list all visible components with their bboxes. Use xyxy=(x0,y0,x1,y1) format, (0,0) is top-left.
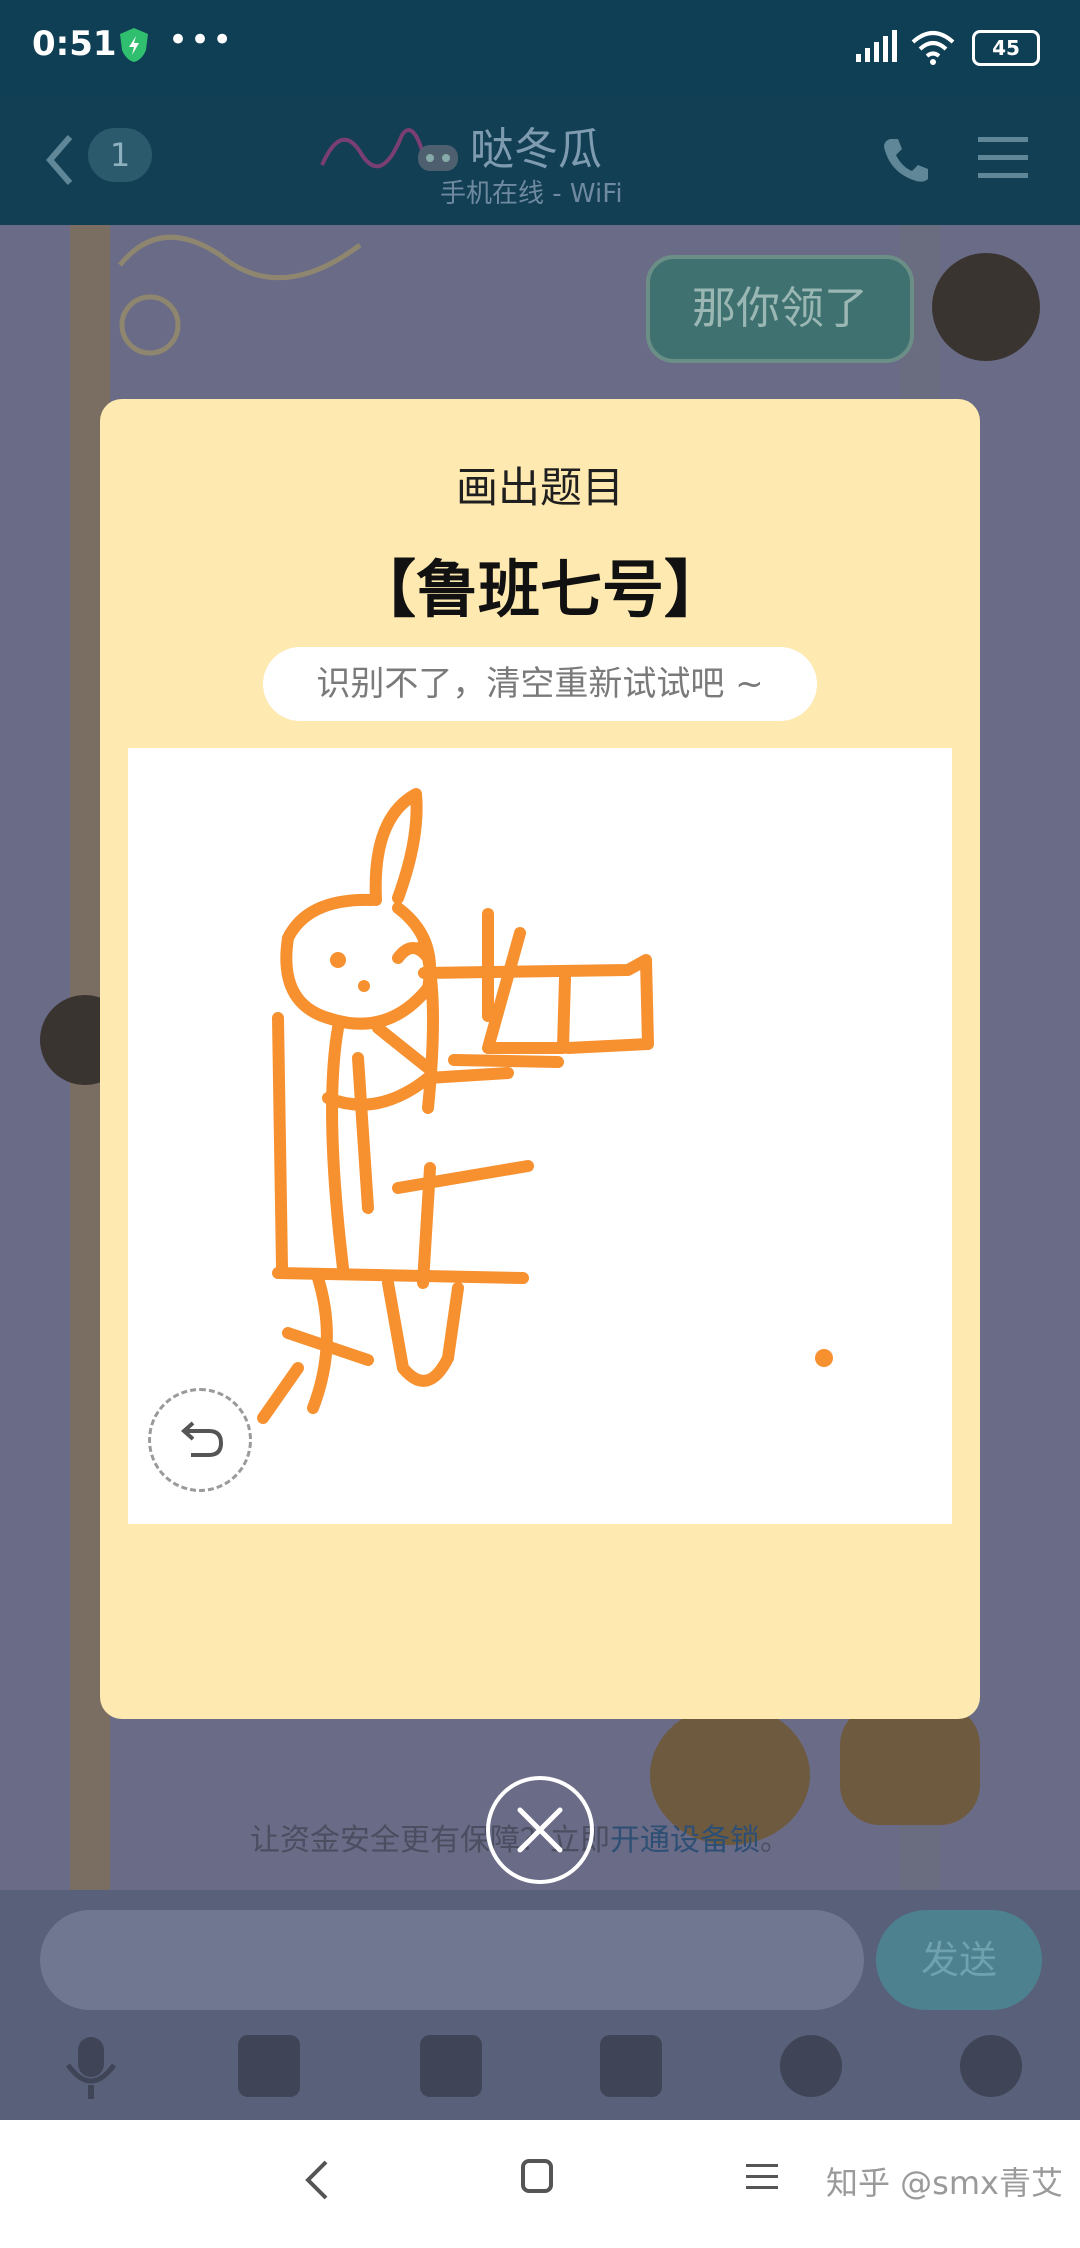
dialog-title: 画出题目 xyxy=(455,463,624,512)
drawing-strokes xyxy=(257,788,833,1424)
contact-status: 手机在线 - WiFi xyxy=(440,179,623,209)
drawing-topic: 【鲁班七号】 xyxy=(353,553,726,626)
battery-indicator: 45 xyxy=(972,30,1040,66)
message-bubble-sent[interactable]: 那你领了 xyxy=(646,255,914,363)
red-packet-icon[interactable] xyxy=(600,2035,662,2097)
emoji-icon[interactable] xyxy=(780,2035,842,2097)
menu-icon[interactable] xyxy=(978,135,1028,181)
undo-button[interactable] xyxy=(148,1388,252,1492)
send-button[interactable]: 发送 xyxy=(876,1910,1042,2010)
decor-doodle xyxy=(118,234,362,356)
chat-header: 1 哒冬瓜 手机在线 - WiFi xyxy=(0,95,1080,225)
nav-home-icon[interactable] xyxy=(520,2158,556,2198)
recognition-hint: 识别不了，清空重新试试吧 ~ xyxy=(263,647,817,721)
microphone-icon[interactable] xyxy=(64,2035,118,2101)
unread-badge[interactable]: 1 xyxy=(88,128,152,182)
security-notice-suffix: 。 xyxy=(760,1823,790,1858)
system-nav-bar: 知乎 @smx青艾 xyxy=(0,2120,1080,2248)
notification-dots: ••• xyxy=(168,20,235,60)
avatar[interactable] xyxy=(932,253,1040,361)
close-dialog-button[interactable] xyxy=(486,1776,594,1884)
shield-icon xyxy=(120,28,148,62)
draw-guess-dialog: 画出题目 【鲁班七号】 识别不了，清空重新试试吧 ~ xyxy=(100,399,980,1719)
watermark: 知乎 @smx青艾 xyxy=(826,2164,1063,2202)
contact-name: 哒冬瓜 xyxy=(470,124,602,175)
enable-device-lock-link[interactable]: 开通设备锁 xyxy=(610,1823,760,1858)
wifi-icon xyxy=(911,31,955,65)
nav-recents-icon[interactable] xyxy=(746,2160,782,2196)
plus-icon[interactable] xyxy=(960,2035,1022,2097)
close-icon xyxy=(517,1807,563,1853)
status-time: 0:51 xyxy=(32,24,117,64)
drawing-canvas[interactable] xyxy=(128,748,952,1524)
phone-icon[interactable] xyxy=(880,135,930,185)
undo-icon xyxy=(180,1421,224,1457)
message-input[interactable] xyxy=(40,1910,864,2010)
image-icon[interactable] xyxy=(238,2035,300,2097)
status-bar: 0:51 ••• 45 xyxy=(0,0,1080,95)
nav-back-icon[interactable] xyxy=(302,2158,332,2202)
back-arrow-icon[interactable] xyxy=(44,133,74,187)
signal-icon xyxy=(856,30,897,62)
camera-icon[interactable] xyxy=(420,2035,482,2097)
